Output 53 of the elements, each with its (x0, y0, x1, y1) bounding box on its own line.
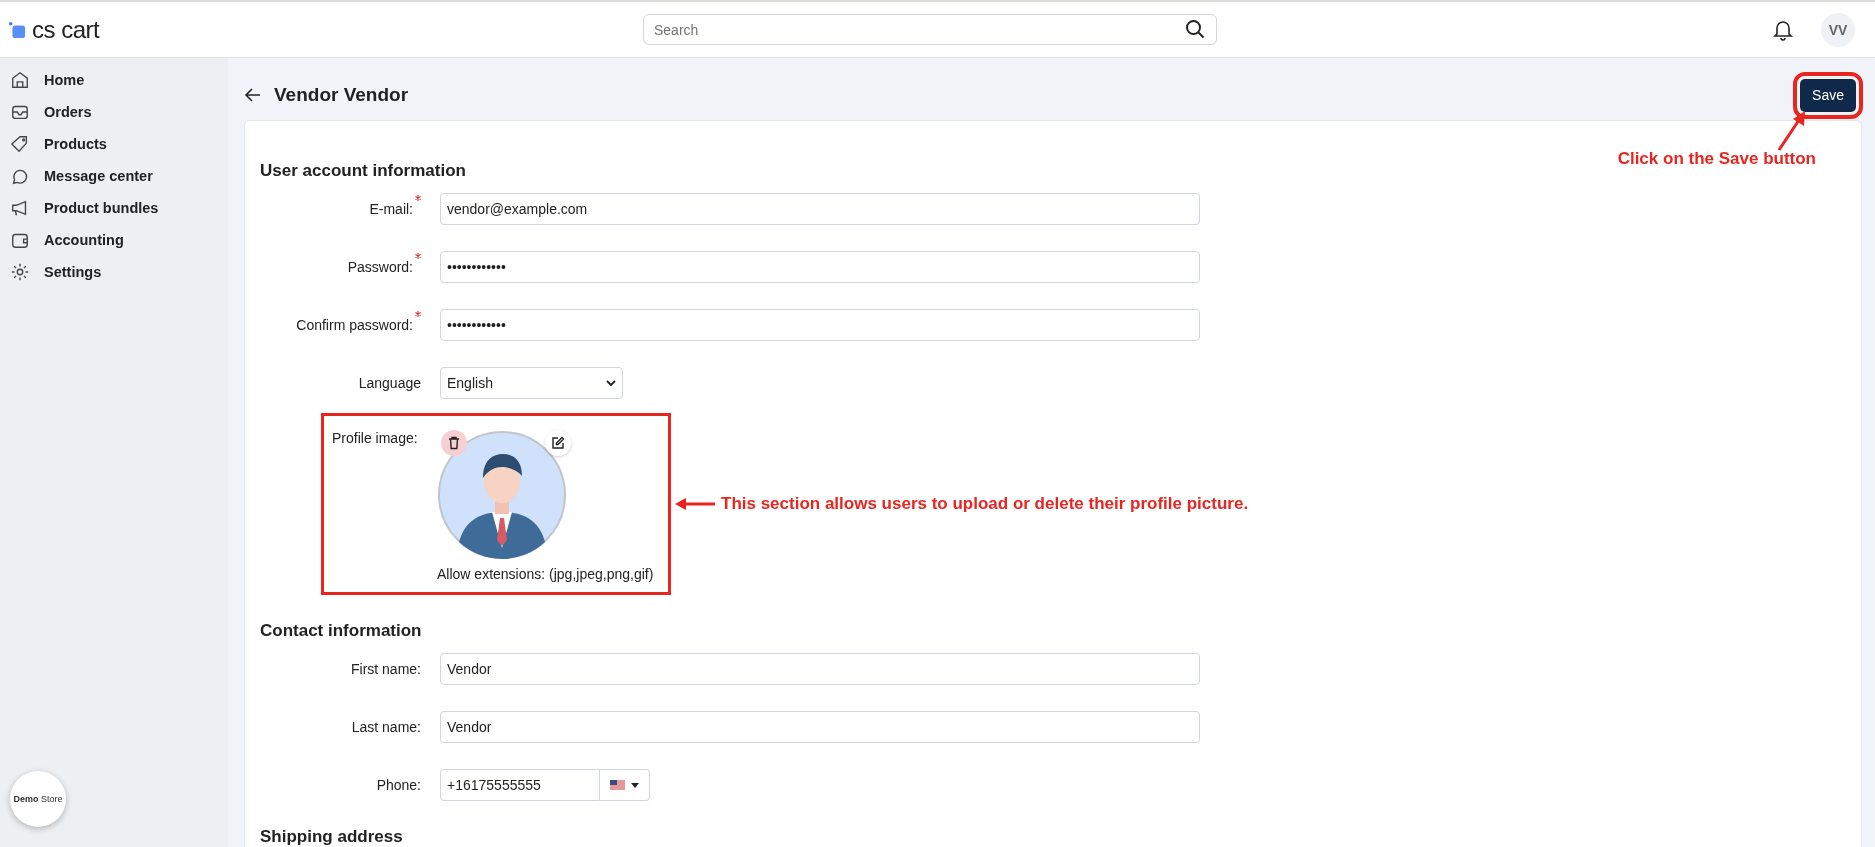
country-dropdown[interactable] (600, 769, 650, 801)
home-icon (10, 70, 30, 90)
field-label: First name: (351, 661, 421, 677)
field-label: Language (358, 375, 421, 391)
sidebar-item[interactable]: Products (0, 128, 228, 160)
back-arrow-icon[interactable] (244, 86, 262, 104)
logo-icon (8, 20, 26, 39)
flag-icon (610, 780, 625, 790)
search-icon (1185, 19, 1205, 39)
file-types-note: Allow extensions: (jpg,jpeg,png,gif) (437, 566, 654, 582)
field-label: Confirm password: (296, 317, 413, 333)
field-label: Password: (347, 259, 413, 275)
store-badge[interactable]: Demo Store (10, 771, 66, 827)
field-label: Phone: (376, 777, 421, 793)
edit-icon-button[interactable] (545, 430, 571, 456)
tag-icon (10, 134, 30, 154)
notification-bell-icon[interactable] (1773, 18, 1793, 41)
text-field[interactable]: •••••••••••• (440, 251, 1200, 283)
sidebar-item[interactable]: Orders (0, 96, 228, 128)
search-field[interactable]: Search (643, 14, 1217, 45)
text-field[interactable]: •••••••••••• (440, 309, 1200, 341)
section-heading: Contact information (260, 621, 422, 641)
settings-icon (10, 262, 30, 282)
delete-icon-button[interactable] (441, 430, 467, 456)
text-field[interactable]: Vendor (440, 711, 1200, 743)
caret-icon (631, 782, 639, 788)
annotation-text: This section allows users to upload or delete their profile picture. (721, 494, 1249, 514)
trash-icon (447, 436, 461, 450)
annotation-arrow (1777, 110, 1807, 152)
sidebar-item[interactable]: Home (0, 64, 228, 96)
language-dropdown[interactable]: English (440, 367, 623, 399)
page-title: Vendor Vendor (274, 84, 409, 106)
field-label: Profile image: (332, 430, 418, 446)
section-heading: Shipping address (260, 827, 403, 847)
required-asterisk-icon (415, 311, 421, 317)
annotation-text: Click on the Save button (1617, 149, 1816, 169)
section-heading: User account information (260, 161, 466, 181)
sidebar-item[interactable]: Settings (0, 256, 228, 288)
phone-field[interactable]: +16175555555 (440, 769, 600, 801)
sidebar-item[interactable]: Accounting (0, 224, 228, 256)
sidebar-item[interactable]: Product bundles (0, 192, 228, 224)
edit-icon (551, 436, 565, 450)
required-asterisk-icon (415, 253, 421, 259)
sidebar-item[interactable]: Message center (0, 160, 228, 192)
text-field[interactable]: vendor@example.com (440, 193, 1200, 225)
annotation-arrow (675, 497, 715, 511)
field-label: E-mail: (369, 201, 413, 217)
chevron-down-icon (606, 379, 616, 387)
text-field[interactable]: Vendor (440, 653, 1200, 685)
user-avatar[interactable]: VV (1821, 12, 1855, 47)
field-label: Last name: (351, 719, 421, 735)
required-asterisk-icon (415, 195, 421, 201)
logo-text: cs cart (32, 15, 100, 44)
